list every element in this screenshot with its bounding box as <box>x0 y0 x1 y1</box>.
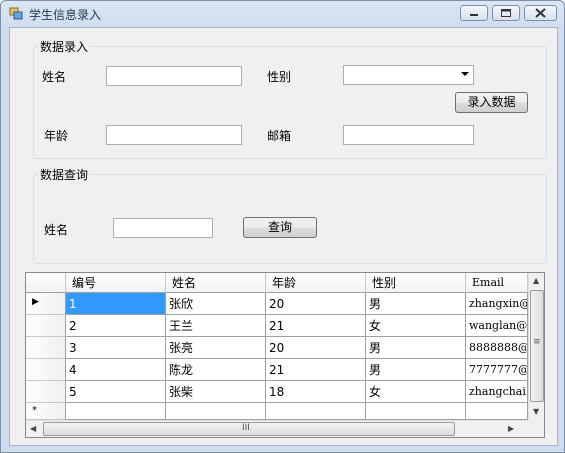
table-cell-row1-email[interactable]: zhangxin@1 <box>466 293 528 315</box>
new-row-cell-id[interactable] <box>66 403 166 420</box>
entry-email-input[interactable] <box>343 125 474 145</box>
column-header-age[interactable]: 年龄 <box>266 273 366 293</box>
table-cell-row4-age[interactable]: 21 <box>266 359 366 381</box>
entry-gender-combobox[interactable] <box>343 65 474 85</box>
entry-name-label: 姓名 <box>42 70 67 84</box>
horizontal-scrollbar[interactable]: ◀ III ▶ <box>26 420 528 437</box>
table-cell-row2-gender[interactable]: 女 <box>366 315 466 337</box>
scrollbar-corner <box>528 420 544 437</box>
minimize-button[interactable] <box>460 5 488 21</box>
minimize-icon <box>470 14 478 16</box>
table-cell-row5-gender[interactable]: 女 <box>366 381 466 403</box>
table-cell-row5-age[interactable]: 18 <box>266 381 366 403</box>
entry-email-label: 邮箱 <box>267 129 292 143</box>
table-cell-row4-name[interactable]: 陈龙 <box>166 359 266 381</box>
entry-age-label: 年龄 <box>44 129 69 143</box>
grid-corner-header[interactable] <box>26 273 66 293</box>
hscroll-grip-icon: III <box>242 423 250 433</box>
table-cell-row3-email[interactable]: 8888888@c <box>466 337 528 359</box>
query-name-label: 姓名 <box>44 223 69 237</box>
table-cell-row2-name[interactable]: 王兰 <box>166 315 266 337</box>
current-row-indicator-icon: ▶ <box>32 297 39 307</box>
table-cell-row3-name[interactable]: 张亮 <box>166 337 266 359</box>
row-header-2[interactable] <box>26 315 66 337</box>
query-group-title: 数据查询 <box>38 166 91 183</box>
scroll-down-icon[interactable]: ▼ <box>533 407 539 416</box>
column-header-gender[interactable]: 性别 <box>366 273 466 293</box>
title-bar[interactable]: 学生信息录入 <box>1 1 564 27</box>
table-cell-row1-id[interactable]: 1 <box>66 293 166 315</box>
table-cell-row2-email[interactable]: wanglan@1 <box>466 315 528 337</box>
entry-age-input[interactable] <box>106 125 242 145</box>
query-button[interactable]: 查询 <box>243 217 317 238</box>
entry-name-input[interactable] <box>106 66 242 86</box>
horizontal-scroll-thumb[interactable]: III <box>43 422 455 436</box>
table-cell-row2-id[interactable]: 2 <box>66 315 166 337</box>
window-title: 学生信息录入 <box>29 8 102 22</box>
close-button[interactable] <box>524 5 557 21</box>
table-cell-row4-id[interactable]: 4 <box>66 359 166 381</box>
table-cell-row4-gender[interactable]: 男 <box>366 359 466 381</box>
row-header-1[interactable]: ▶ <box>26 293 66 315</box>
scroll-up-icon[interactable]: ▲ <box>533 276 539 285</box>
table-cell-row1-gender[interactable]: 男 <box>366 293 466 315</box>
submit-data-button[interactable]: 录入数据 <box>455 92 528 113</box>
vertical-scroll-thumb[interactable]: ≡ <box>530 290 544 402</box>
scroll-left-icon[interactable]: ◀ <box>30 424 36 433</box>
query-name-input[interactable] <box>113 218 213 238</box>
row-header-5[interactable] <box>26 381 66 403</box>
table-cell-row1-name[interactable]: 张欣 <box>166 293 266 315</box>
table-cell-row3-gender[interactable]: 男 <box>366 337 466 359</box>
column-header-id[interactable]: 编号 <box>66 273 166 293</box>
close-icon <box>535 8 546 18</box>
row-header-3[interactable] <box>26 337 66 359</box>
student-data-grid[interactable]: 编号 姓名 年龄 性别 Email ▶ 1 张欣 20 男 zhangxin@1… <box>25 272 545 438</box>
chevron-down-icon[interactable] <box>461 72 469 76</box>
new-row-indicator-icon: * <box>32 405 37 416</box>
table-cell-row5-name[interactable]: 张柴 <box>166 381 266 403</box>
table-cell-row5-id[interactable]: 5 <box>66 381 166 403</box>
scroll-right-icon[interactable]: ▶ <box>508 424 514 433</box>
vscroll-grip-icon: ≡ <box>533 337 541 347</box>
table-cell-row4-email[interactable]: 7777777@c <box>466 359 528 381</box>
vertical-scrollbar[interactable]: ▲ ≡ ▼ <box>528 273 544 420</box>
column-header-name[interactable]: 姓名 <box>166 273 266 293</box>
new-row-cell-name[interactable] <box>166 403 266 420</box>
entry-gender-label: 性别 <box>267 70 292 84</box>
row-header-4[interactable] <box>26 359 66 381</box>
table-cell-row2-age[interactable]: 21 <box>266 315 366 337</box>
app-icon <box>9 7 23 20</box>
maximize-icon <box>501 9 511 17</box>
table-cell-row3-id[interactable]: 3 <box>66 337 166 359</box>
app-window: 学生信息录入 数据录入 姓名 性别 录入数据 年龄 邮箱 数据查询 姓名 查询 … <box>0 0 565 453</box>
maximize-button[interactable] <box>492 5 520 21</box>
table-cell-row5-email[interactable]: zhangchai <box>466 381 528 403</box>
column-header-email[interactable]: Email <box>466 273 528 293</box>
new-row-cell-email[interactable] <box>466 403 528 420</box>
table-cell-row3-age[interactable]: 20 <box>266 337 366 359</box>
new-row-cell-gender[interactable] <box>366 403 466 420</box>
new-row-cell-age[interactable] <box>266 403 366 420</box>
table-cell-row1-age[interactable]: 20 <box>266 293 366 315</box>
row-header-new[interactable]: * <box>26 403 66 420</box>
entry-group-title: 数据录入 <box>38 38 91 55</box>
